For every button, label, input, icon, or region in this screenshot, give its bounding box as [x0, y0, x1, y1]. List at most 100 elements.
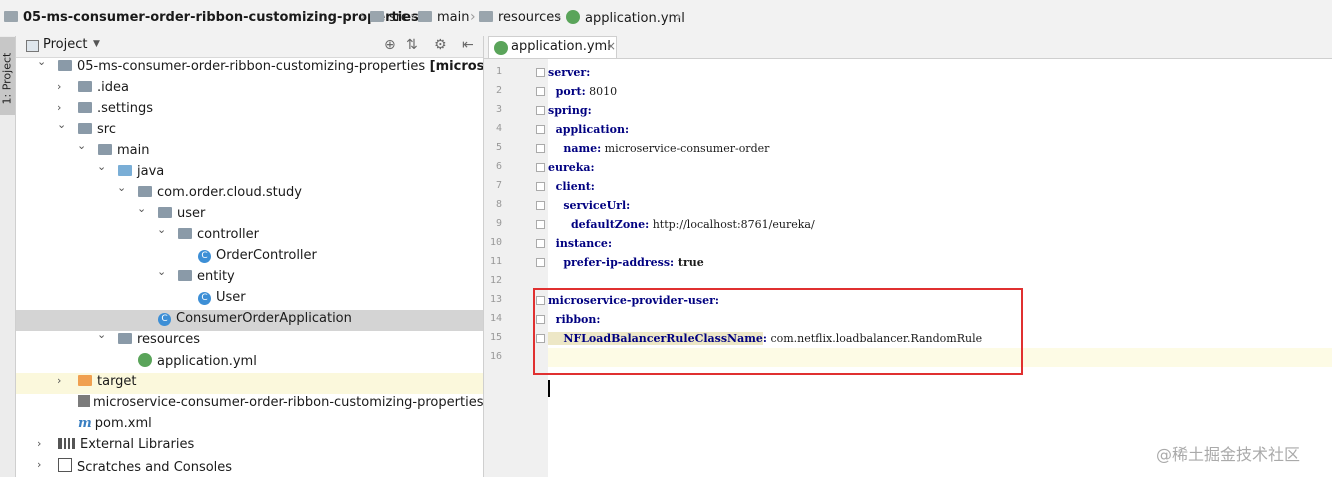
- package-icon: [158, 207, 172, 218]
- fold-marker-icon[interactable]: [536, 144, 545, 153]
- scratches-icon: [58, 458, 72, 472]
- code-editor[interactable]: server: port: 8010 spring: application: n…: [548, 59, 1332, 477]
- collapse-all-icon[interactable]: ⇅: [406, 37, 418, 53]
- tree-node-label: controller: [197, 227, 260, 242]
- tree-node: C ConsumerOrderApplication: [158, 311, 352, 326]
- breadcrumb-resources[interactable]: resources: [479, 10, 561, 30]
- breadcrumb-main-label: main: [437, 10, 470, 25]
- breadcrumb-src[interactable]: src: [370, 10, 408, 30]
- tree-row[interactable]: › External Libraries: [16, 436, 483, 457]
- breadcrumb-resources-label: resources: [498, 10, 562, 25]
- tree-node-label: microservice-consumer-order-ribbon-custo…: [93, 395, 484, 410]
- chevron-down-icon[interactable]: ⌄: [157, 265, 166, 278]
- yaml-key: eureka: [548, 161, 591, 174]
- tree-row[interactable]: ⌄ controller: [16, 223, 483, 247]
- tree-row[interactable]: m pom.xml: [16, 415, 483, 436]
- tree-node-label: src: [97, 122, 116, 137]
- yaml-value: true: [674, 256, 704, 269]
- code-line: defaultZone: http://localhost:8761/eurek…: [548, 215, 1332, 234]
- fold-marker-icon[interactable]: [536, 239, 545, 248]
- line-number: 3: [495, 104, 502, 115]
- tree-row[interactable]: › Scratches and Consoles: [16, 457, 483, 477]
- fold-marker-icon[interactable]: [536, 125, 545, 134]
- chevron-right-icon[interactable]: ›: [57, 80, 61, 93]
- resources-folder-icon: [479, 11, 493, 22]
- yaml-file-icon: [566, 10, 580, 24]
- dropdown-arrow-icon[interactable]: ▼: [93, 39, 100, 49]
- package-icon: [138, 186, 152, 197]
- gear-icon[interactable]: ⚙: [434, 37, 447, 53]
- fold-marker-icon[interactable]: [536, 182, 545, 191]
- breadcrumb-main[interactable]: main: [418, 10, 469, 30]
- breadcrumb-project[interactable]: 05-ms-consumer-order-ribbon-customizing-…: [4, 10, 419, 30]
- excluded-folder-icon: [78, 375, 92, 386]
- yaml-separator: :: [590, 161, 595, 174]
- chevron-right-icon[interactable]: ›: [37, 458, 41, 471]
- chevron-down-icon[interactable]: ⌄: [137, 202, 146, 215]
- fold-marker-icon[interactable]: [536, 258, 545, 267]
- hide-panel-icon[interactable]: ⇤: [462, 37, 474, 53]
- fold-marker-icon[interactable]: [536, 163, 545, 172]
- yaml-value: 8010: [585, 85, 618, 98]
- locate-icon[interactable]: ⊕: [384, 37, 396, 53]
- yaml-file-icon: [138, 353, 152, 367]
- tree-row[interactable]: ⌄ 05-ms-consumer-order-ribbon-customizing…: [16, 55, 484, 79]
- tree-node: 05-ms-consumer-order-ribbon-customizing-…: [58, 59, 484, 74]
- fold-marker-icon[interactable]: [536, 68, 545, 77]
- chevron-down-icon[interactable]: ⌄: [97, 328, 106, 341]
- chevron-down-icon[interactable]: ⌄: [117, 181, 126, 194]
- tree-row[interactable]: C ConsumerOrderApplication: [16, 310, 483, 331]
- fold-marker-icon[interactable]: [536, 201, 545, 210]
- project-view-icon: [26, 40, 39, 52]
- project-tool-tab[interactable]: 1: Project: [0, 37, 15, 115]
- tree-row[interactable]: ⌄ main: [16, 139, 483, 163]
- tree-row[interactable]: › .settings: [16, 100, 483, 121]
- tree-row[interactable]: ⌄ java: [16, 160, 483, 184]
- chevron-down-icon[interactable]: ⌄: [157, 223, 166, 236]
- line-number: 12: [489, 275, 502, 286]
- chevron-right-icon[interactable]: ›: [57, 374, 61, 387]
- yaml-separator: :: [624, 123, 630, 136]
- breadcrumb-src-label: src: [389, 10, 408, 25]
- chevron-down-icon[interactable]: ⌄: [37, 55, 46, 68]
- tree-node-label: User: [216, 290, 246, 305]
- tree-row[interactable]: ⌄ user: [16, 202, 483, 226]
- chevron-right-icon[interactable]: ›: [37, 437, 41, 450]
- tree-node-suffix: [microservice-con: [429, 59, 484, 74]
- chevron-down-icon[interactable]: ⌄: [57, 118, 66, 131]
- line-number: 11: [489, 256, 502, 267]
- source-folder-icon: [118, 165, 132, 176]
- tree-row[interactable]: › target: [16, 373, 483, 394]
- tree-row[interactable]: application.yml: [16, 352, 483, 373]
- line-number: 5: [495, 142, 502, 153]
- tree-row[interactable]: microservice-consumer-order-ribbon-custo…: [16, 394, 483, 415]
- breadcrumb-file[interactable]: application.yml: [566, 10, 685, 30]
- tree-row[interactable]: ⌄ com.order.cloud.study: [16, 181, 483, 205]
- tree-node: C User: [198, 290, 246, 305]
- tab-application-yml[interactable]: application.yml ×: [488, 36, 617, 58]
- tree-row[interactable]: ⌄ entity: [16, 265, 483, 289]
- tree-row[interactable]: C User: [16, 289, 483, 310]
- resources-folder-icon: [118, 333, 132, 344]
- chevron-right-icon: ›: [360, 9, 366, 25]
- editor-area: application.yml × 1 2 3 4 5 6 7 8 9 10 11 12 13 14 15 1…: [484, 36, 1332, 477]
- chevron-down-icon[interactable]: ⌄: [77, 139, 86, 152]
- tree-row[interactable]: › .idea: [16, 79, 483, 100]
- tree-node-label: user: [177, 206, 206, 221]
- chevron-down-icon[interactable]: ⌄: [97, 160, 106, 173]
- project-tool-tab-label: 1: Project: [0, 52, 14, 105]
- close-icon[interactable]: ×: [606, 39, 616, 53]
- fold-marker-icon[interactable]: [536, 87, 545, 96]
- fold-marker-icon[interactable]: [536, 106, 545, 115]
- tree-node: com.order.cloud.study: [138, 185, 302, 200]
- fold-marker-icon[interactable]: [536, 220, 545, 229]
- chevron-right-icon[interactable]: ›: [57, 101, 61, 114]
- tree-row[interactable]: C OrderController: [16, 247, 483, 268]
- yaml-key: client: [548, 180, 591, 193]
- line-number: 4: [495, 123, 502, 134]
- tree-row[interactable]: ⌄ resources: [16, 328, 483, 352]
- project-view-selector[interactable]: Project: [43, 37, 87, 52]
- tree-node-label: .settings: [97, 101, 153, 116]
- tree-node: application.yml: [138, 353, 257, 369]
- yaml-value: http://localhost:8761/eureka/: [649, 218, 815, 231]
